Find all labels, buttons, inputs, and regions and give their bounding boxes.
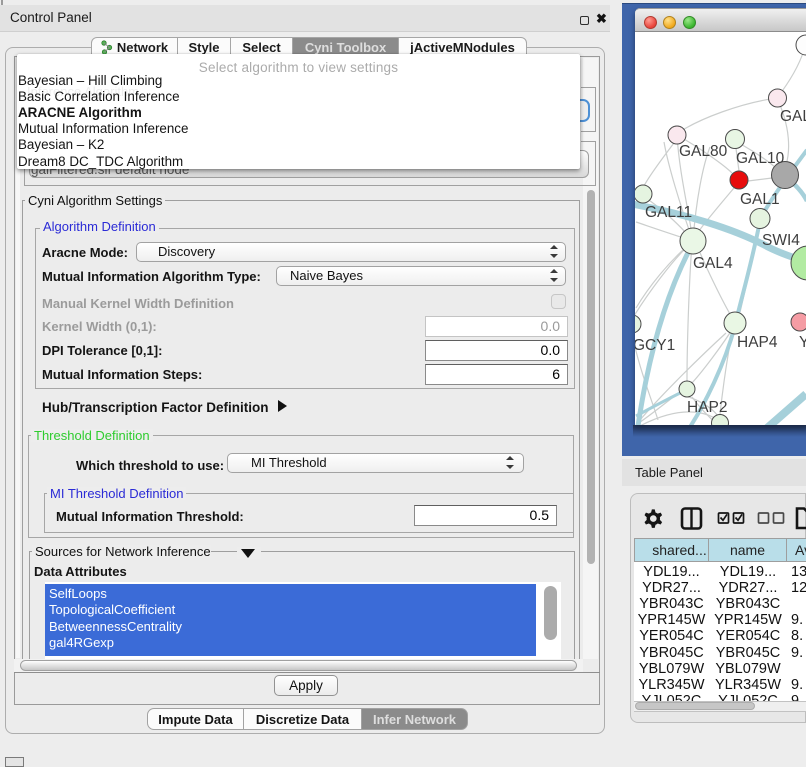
- svg-text:HAP2: HAP2: [687, 399, 728, 416]
- svg-text:HAP4: HAP4: [737, 334, 778, 351]
- svg-text:GCY1: GCY1: [635, 337, 675, 354]
- svg-text:GAL1: GAL1: [740, 191, 780, 208]
- svg-text:GAL11: GAL11: [645, 204, 692, 221]
- svg-text:GAL10: GAL10: [736, 150, 785, 167]
- svg-text:SWI4: SWI4: [762, 232, 800, 249]
- svg-text:GAL4: GAL4: [693, 255, 733, 272]
- svg-text:GAL80: GAL80: [679, 143, 728, 160]
- svg-text:YEL: YEL: [799, 334, 806, 351]
- svg-text:GAL7: GAL7: [780, 108, 806, 125]
